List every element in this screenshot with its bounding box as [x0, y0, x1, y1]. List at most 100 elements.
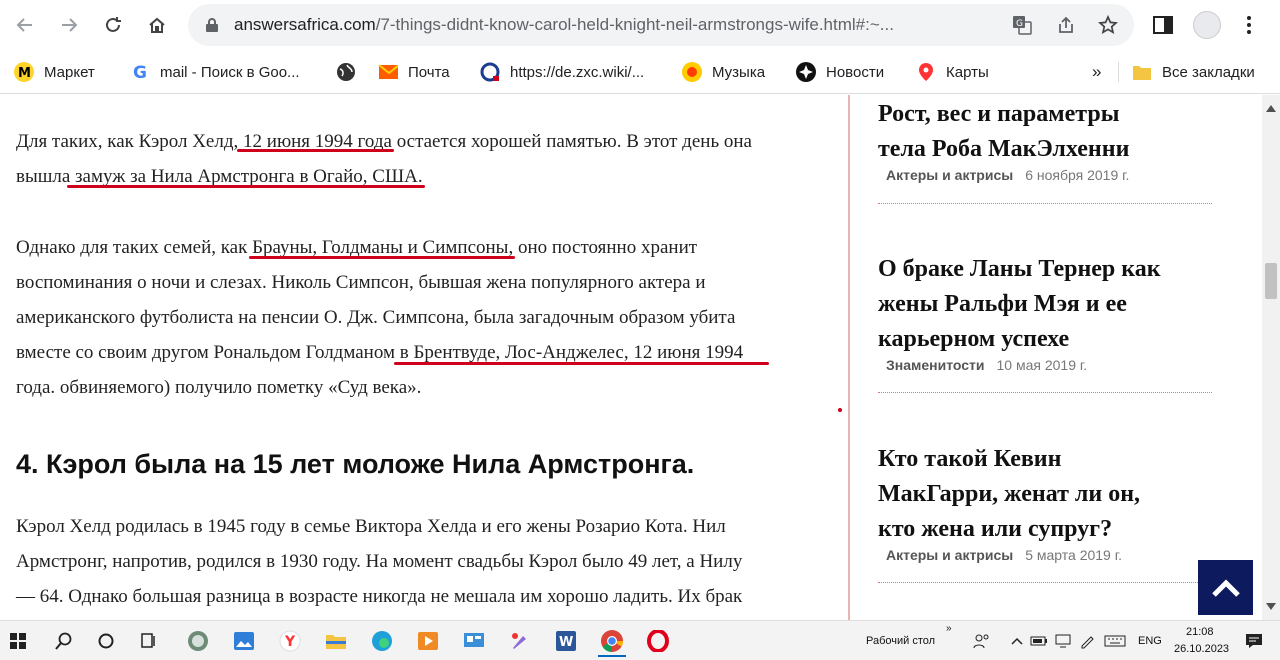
sidebar-post-meta: Знаменитости 10 мая 2019 г. [886, 357, 1212, 373]
url-host: answersafrica.com [234, 15, 376, 34]
svg-text:G: G [133, 63, 147, 82]
cortana-button[interactable] [88, 625, 124, 657]
home-button[interactable] [140, 8, 174, 42]
taskbar-yandex[interactable]: Y [272, 625, 308, 657]
avatar-icon [1193, 11, 1221, 39]
notifications-button[interactable] [1236, 625, 1272, 657]
post-category-link[interactable]: Актеры и актрисы [886, 167, 1013, 183]
bookmark-label: https://de.zxc.wiki/... [510, 63, 645, 81]
star-bookmark-icon[interactable] [1096, 13, 1120, 37]
column-divider [848, 95, 850, 620]
bookmark-zxc-wiki[interactable]: https://de.zxc.wiki/... [480, 60, 644, 84]
desktop-toolbar-label[interactable]: Рабочий стол [866, 635, 935, 647]
lock-icon[interactable] [200, 13, 224, 37]
mail-icon [378, 62, 398, 82]
taskbar-control-panel[interactable] [456, 625, 492, 657]
search-icon [55, 632, 72, 650]
google-icon: G [130, 62, 150, 82]
highlighted-text: Брауны, Голдманы и Симпсоны, [249, 237, 516, 259]
sidebar-post-title[interactable]: Кто такой Кевин МакГарри, женат ли он, кто… [878, 442, 1212, 547]
language-indicator[interactable]: ENG [1138, 635, 1162, 647]
pen-icon[interactable] [1074, 625, 1100, 657]
all-bookmarks-label: Все закладки [1162, 63, 1255, 81]
taskbar-chrome[interactable] [594, 625, 630, 657]
side-panel-button[interactable] [1146, 8, 1180, 42]
arrow-right-icon [62, 18, 78, 32]
chrome-icon [601, 630, 623, 652]
task-view-button[interactable] [130, 625, 166, 657]
network-icon[interactable] [1050, 625, 1076, 657]
battery-icon[interactable] [1026, 625, 1052, 657]
text: Кто такой Кевин [878, 446, 1062, 472]
bookmark-news[interactable]: Новости [796, 60, 884, 84]
folder-icon [1132, 62, 1152, 82]
all-bookmarks-button[interactable]: Все закладки [1132, 60, 1255, 84]
image-app-icon [234, 632, 254, 650]
bookmark-label: Карты [946, 63, 989, 81]
post-category-link[interactable]: Актеры и актрисы [886, 547, 1013, 563]
highlighted-text: замуж за Нила Армстронга в Огайо, США. [67, 166, 425, 188]
sidebar-post-title[interactable]: О браке Ланы Тернер как жены Ральфи Мэя и… [878, 252, 1212, 357]
bookmark-music[interactable]: Музыка [682, 60, 765, 84]
scroll-up-arrow-icon[interactable] [1266, 105, 1276, 112]
text: Однако для таких семей, как [16, 237, 253, 258]
people-button[interactable] [968, 625, 996, 657]
sidebar-post-title[interactable]: Рост, вес и параметры тела Роба МакЭлхенн… [878, 97, 1212, 167]
clock-time[interactable]: 21:08 [1186, 626, 1214, 638]
keyboard-icon[interactable] [1100, 625, 1130, 657]
bookmark-label: Маркет [44, 63, 95, 81]
taskbar-opera[interactable] [640, 625, 676, 657]
forward-button[interactable] [52, 8, 86, 42]
menu-button[interactable] [1232, 8, 1266, 42]
bookmarks-overflow-button[interactable]: » [1092, 60, 1101, 84]
page-scrollbar[interactable] [1262, 95, 1280, 620]
taskbar-file-explorer[interactable] [318, 625, 354, 657]
bookmark-label: mail - Поиск в Goo... [160, 63, 300, 81]
sidebar-post-meta: Актеры и актрисы 6 ноября 2019 г. [886, 167, 1212, 183]
share-icon[interactable] [1054, 13, 1078, 37]
red-underline [237, 149, 394, 152]
translate-icon[interactable]: G [1010, 13, 1034, 37]
bookmark-market[interactable]: M Маркет [14, 60, 95, 84]
start-button[interactable] [0, 625, 36, 657]
svg-text:W: W [559, 635, 573, 650]
text: карьерном успехе [878, 326, 1070, 352]
reload-icon [106, 17, 121, 32]
address-bar[interactable]: answersafrica.com/7-things-didnt-know-ca… [188, 4, 1134, 46]
scroll-down-arrow-icon[interactable] [1266, 603, 1276, 610]
text: жены Ральфи Мэя и ее [878, 291, 1127, 317]
scrollbar-thumb[interactable] [1265, 263, 1277, 299]
sidebar-post-1[interactable]: Рост, вес и параметры тела Роба МакЭлхенн… [878, 97, 1212, 183]
article-paragraph-2: Однако для таких семей, как Брауны, Голд… [16, 230, 826, 405]
taskbar-app-1[interactable] [180, 625, 216, 657]
url-text: answersafrica.com/7-things-didnt-know-ca… [234, 4, 994, 46]
yandex-browser-icon: Y [279, 630, 301, 652]
sidebar-post-2[interactable]: О браке Ланы Тернер как жены Ральфи Мэя и… [878, 252, 1212, 373]
taskbar-paint[interactable] [502, 625, 538, 657]
taskbar-edge[interactable] [364, 625, 400, 657]
post-category-link[interactable]: Знаменитости [886, 357, 985, 373]
taskbar-word[interactable]: W [548, 625, 584, 657]
bookmark-maps[interactable]: Карты [916, 60, 989, 84]
bookmark-mail[interactable]: Почта [378, 60, 450, 84]
sidebar-post-3[interactable]: Кто такой Кевин МакГарри, женат ли он, кто… [878, 442, 1212, 563]
red-dot-mark [838, 408, 842, 412]
reload-button[interactable] [96, 8, 130, 42]
text: в Брентвуде, Лос-Анджелес, 12 июня 1994 [399, 342, 744, 363]
clock-date[interactable]: 26.10.2023 [1174, 643, 1229, 655]
taskbar-app-2[interactable] [226, 625, 262, 657]
url-path: /7-things-didnt-know-carol-held-knight-n… [375, 15, 894, 34]
section-heading: 4. Кэрол была на 15 лет моложе Нила Армс… [16, 449, 695, 479]
back-to-top-button[interactable] [1198, 560, 1253, 615]
back-button[interactable] [8, 8, 42, 42]
text: Кэрол Хелд родилась в 1945 году в семье … [16, 516, 726, 537]
bookmark-globe[interactable] [336, 60, 366, 84]
profile-avatar[interactable] [1190, 8, 1224, 42]
media-player-icon [418, 632, 438, 650]
bookmarks-bar: M Маркет G mail - Поиск в Goo... Почта h… [0, 50, 1280, 94]
text: — 64. Однако большая разница в возрасте … [16, 586, 743, 607]
toolbar-expand-icon[interactable]: » [946, 623, 952, 634]
taskbar-media-player[interactable] [410, 625, 446, 657]
bookmark-google-mail[interactable]: G mail - Поиск в Goo... [130, 60, 300, 84]
search-button[interactable] [46, 625, 82, 657]
